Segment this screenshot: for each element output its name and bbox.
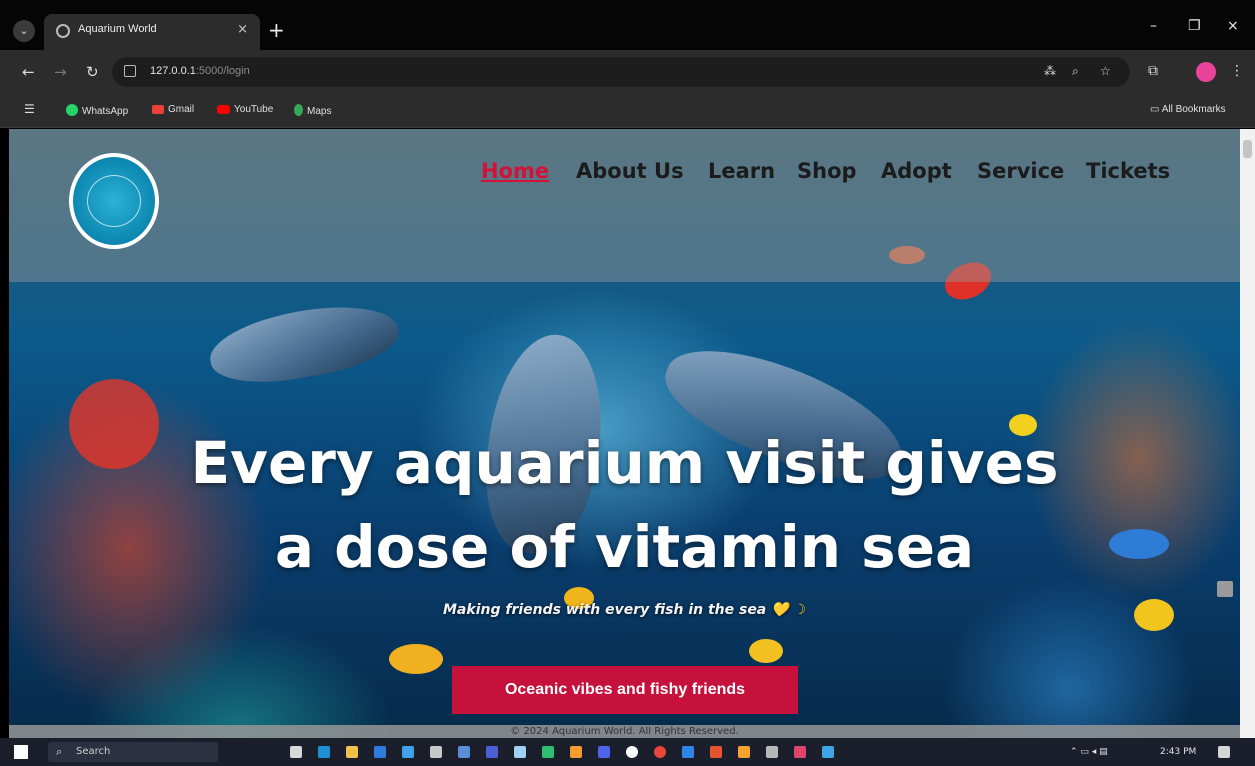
hero-title: Every aquarium visit gives a dose of vit…: [9, 421, 1240, 589]
chrome-icon[interactable]: [654, 746, 666, 758]
globe-icon: [56, 24, 70, 38]
translate-icon[interactable]: ⁂: [1044, 64, 1056, 78]
subtitle-text: Making friends with every fish in the se…: [443, 602, 767, 618]
app-icon[interactable]: [822, 746, 834, 758]
restore-button[interactable]: ❐: [1188, 18, 1201, 34]
browser-tab[interactable]: Aquarium World ×: [44, 14, 260, 50]
bookmark-label: YouTube: [234, 104, 274, 115]
nav-adopt[interactable]: Adopt: [881, 159, 952, 183]
window-close-button[interactable]: ×: [1227, 18, 1239, 34]
apps-icon[interactable]: ☰: [24, 102, 35, 116]
site-footer: © 2024 Aquarium World. All Rights Reserv…: [9, 725, 1240, 738]
nav-about-us[interactable]: About Us: [576, 159, 684, 183]
browser-toolbar: ← → ↻ 127.0.0.1:5000/login ⁂ ⌕ ☆ ⧉ ⋮: [0, 50, 1255, 94]
app-icon[interactable]: [598, 746, 610, 758]
taskbar-search-text: Search: [76, 746, 111, 757]
back-button[interactable]: ←: [22, 63, 35, 81]
logo-emblem-icon: [87, 175, 141, 227]
app-icon[interactable]: [766, 746, 778, 758]
tab-close-icon[interactable]: ×: [237, 22, 248, 37]
nav-service[interactable]: Service: [977, 159, 1064, 183]
maps-pin-icon: [294, 104, 303, 116]
bookmark-label: Maps: [307, 106, 332, 117]
app-icon[interactable]: [570, 746, 582, 758]
hero-line-1: Every aquarium visit gives: [190, 429, 1059, 497]
app-icon[interactable]: [626, 746, 638, 758]
scrollbar-thumb[interactable]: [1243, 140, 1252, 158]
page-viewport: Home About Us Learn Shop Adopt Service T…: [9, 129, 1240, 738]
app-icon[interactable]: [542, 746, 554, 758]
file-explorer-icon[interactable]: [346, 746, 358, 758]
extensions-icon[interactable]: ⧉: [1148, 63, 1158, 79]
folder-icon: ▭: [1150, 104, 1162, 115]
fish-image: [749, 639, 783, 663]
site-header: [9, 129, 1240, 282]
tab-strip: ⌄ Aquarium World × + – ❐ ×: [0, 0, 1255, 50]
nav-learn[interactable]: Learn: [708, 159, 775, 183]
notification-icon[interactable]: [1218, 746, 1230, 758]
search-icon: ⌕: [56, 745, 63, 758]
forward-button[interactable]: →: [54, 63, 67, 81]
reload-button[interactable]: ↻: [86, 63, 99, 81]
youtube-icon: [217, 105, 230, 114]
app-icon[interactable]: [682, 746, 694, 758]
windows-start-icon[interactable]: [14, 745, 28, 759]
tab-title: Aquarium World: [78, 23, 157, 35]
vscode-icon[interactable]: [374, 746, 386, 758]
cta-button[interactable]: Oceanic vibes and fishy friends: [452, 666, 798, 714]
edge-icon[interactable]: [318, 746, 330, 758]
clock[interactable]: 2:43 PM: [1160, 747, 1196, 757]
app-icon[interactable]: [710, 746, 722, 758]
taskbar-search[interactable]: ⌕ Search: [48, 742, 218, 762]
app-icon[interactable]: [514, 746, 526, 758]
hero-line-2: a dose of vitamin sea: [274, 513, 975, 581]
bookmark-whatsapp[interactable]: WhatsApp: [66, 104, 128, 117]
app-icon[interactable]: [738, 746, 750, 758]
zoom-icon[interactable]: ⌕: [1072, 64, 1079, 79]
url-host: 127.0.0.1: [150, 65, 196, 77]
bookmark-gmail[interactable]: Gmail: [152, 104, 194, 115]
address-bar[interactable]: 127.0.0.1:5000/login ⁂ ⌕ ☆: [112, 57, 1130, 87]
store-icon[interactable]: [402, 746, 414, 758]
app-icon[interactable]: [794, 746, 806, 758]
app-icon[interactable]: [430, 746, 442, 758]
app-icon[interactable]: [486, 746, 498, 758]
new-tab-button[interactable]: +: [268, 18, 285, 42]
address-url: 127.0.0.1:5000/login: [150, 65, 250, 77]
site-logo[interactable]: [69, 153, 159, 249]
scrollbar[interactable]: [1240, 129, 1255, 738]
bookmark-label: Gmail: [168, 104, 195, 115]
url-path: :5000/login: [195, 65, 250, 77]
nav-tickets[interactable]: Tickets: [1086, 159, 1170, 183]
minimize-button[interactable]: –: [1150, 18, 1157, 34]
fish-image: [389, 644, 443, 674]
whatsapp-icon: [66, 104, 78, 116]
nav-shop[interactable]: Shop: [797, 159, 857, 183]
app-icon[interactable]: [458, 746, 470, 758]
bookmark-maps[interactable]: Maps: [294, 104, 331, 117]
tab-search-button[interactable]: ⌄: [13, 20, 35, 42]
profile-avatar[interactable]: [1196, 62, 1216, 82]
dolphin-image: [204, 295, 404, 393]
site-info-icon[interactable]: [124, 65, 136, 77]
tray-icons[interactable]: ⌃ ▭ ◂ ▤: [1070, 747, 1108, 757]
bookmarks-bar: ☰ WhatsApp Gmail YouTube Maps ▭ All Book…: [0, 94, 1255, 128]
nav-home[interactable]: Home: [481, 159, 549, 183]
all-bookmarks[interactable]: ▭ All Bookmarks: [1150, 104, 1226, 115]
heart-moon-icon: 💛 ☽: [771, 602, 806, 618]
floating-widget-icon[interactable]: [1217, 581, 1233, 597]
bookmark-star-icon[interactable]: ☆: [1100, 64, 1111, 78]
screen: ⌄ Aquarium World × + – ❐ × ← → ↻ 127.0.0…: [0, 0, 1255, 766]
menu-icon[interactable]: ⋮: [1230, 63, 1244, 79]
all-bookmarks-label: All Bookmarks: [1161, 104, 1226, 115]
taskbar: ⌕ Search ⌃ ▭ ◂ ▤ 2:43 PM: [0, 738, 1255, 766]
bookmark-youtube[interactable]: YouTube: [217, 104, 273, 115]
hero-subtitle: Making friends with every fish in the se…: [9, 602, 1240, 618]
task-view-icon[interactable]: [290, 746, 302, 758]
gmail-icon: [152, 105, 164, 114]
bookmark-label: WhatsApp: [82, 106, 129, 117]
